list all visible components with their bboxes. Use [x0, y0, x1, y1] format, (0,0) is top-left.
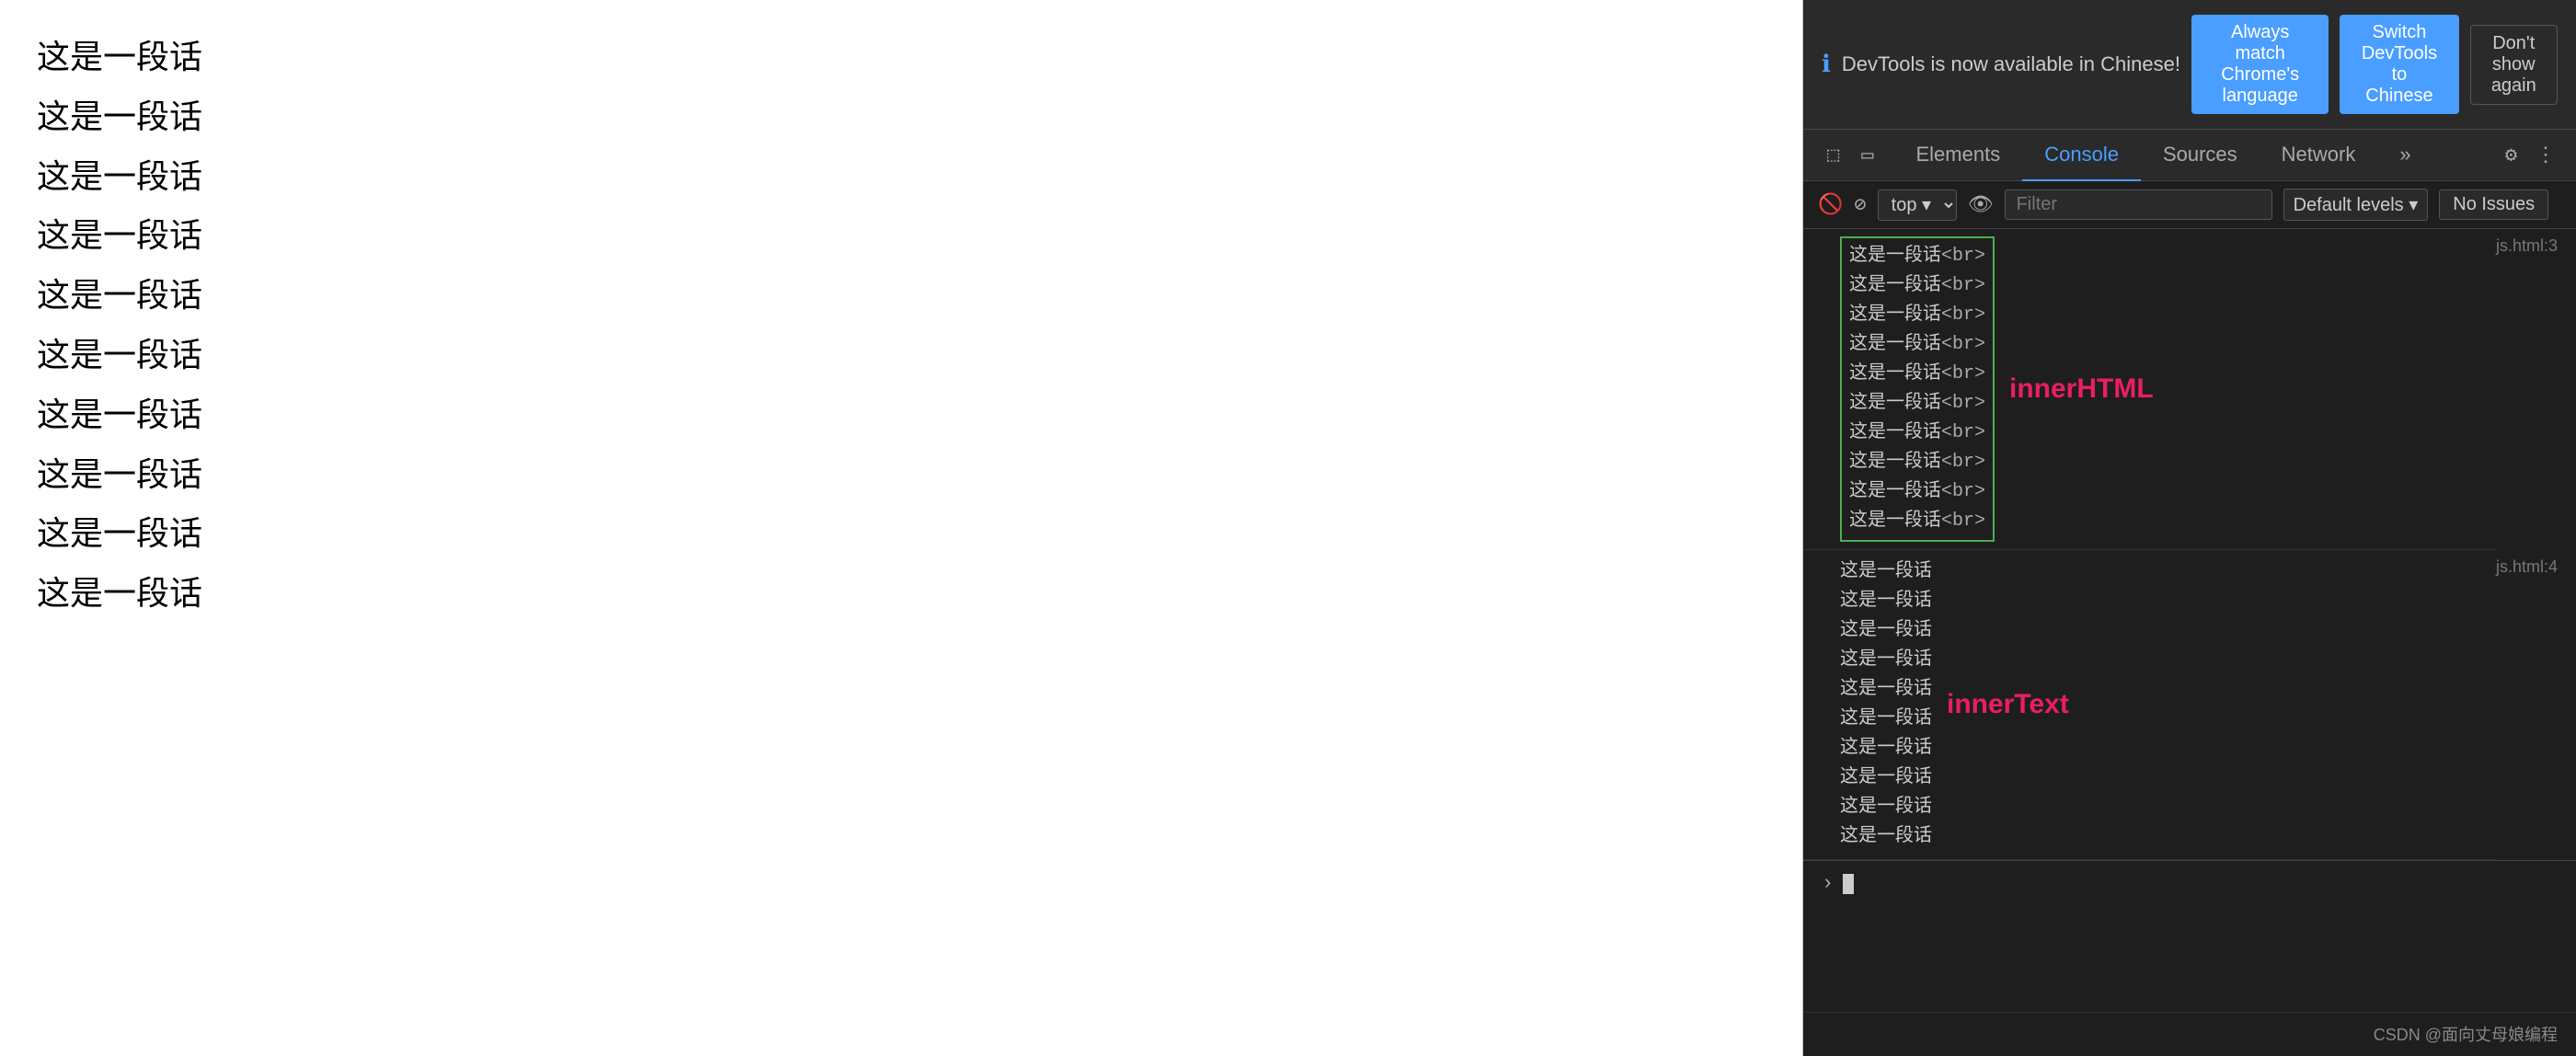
page-text-line: 这是一段话: [37, 206, 1765, 266]
default-levels-button[interactable]: Default levels ▾: [2283, 189, 2429, 221]
innerhtml-label: innerHTML: [2009, 373, 2154, 405]
devtools-panel: ℹ DevTools is now available in Chinese! …: [1803, 0, 2576, 1056]
text-line: 这是一段话: [1840, 793, 1932, 822]
html-line: 这是一段话<br>: [1849, 271, 1985, 301]
no-issues-button[interactable]: No Issues: [2439, 189, 2548, 220]
text-line: 这是一段话: [1840, 616, 1932, 646]
notification-text: DevTools is now available in Chinese!: [1842, 52, 2180, 76]
console-filter-bar: 🚫 ⊘ top ▾ 👁 Default levels ▾ No Issues: [1803, 181, 2576, 229]
html-line: 这是一段话<br>: [1849, 389, 1985, 419]
innertext-source: js.html:4: [2496, 550, 2576, 860]
page-text-line: 这是一段话: [37, 147, 1765, 207]
devtools-tab-[interactable]: »: [2377, 130, 2432, 181]
block-icon[interactable]: ⊘: [1854, 193, 1866, 217]
innerhtml-source: js.html:3: [2496, 229, 2576, 550]
html-line: 这是一段话<br>: [1849, 448, 1985, 477]
browser-content: 这是一段话这是一段话这是一段话这是一段话这是一段话这是一段话这是一段话这是一段话…: [0, 0, 1803, 1056]
text-lines-container: 这是一段话这是一段话这是一段话这是一段话这是一段话这是一段话这是一段话这是一段话…: [1840, 557, 2496, 852]
page-text-line: 这是一段话: [37, 445, 1765, 505]
notification-bar: ℹ DevTools is now available in Chinese! …: [1803, 0, 2576, 130]
text-lines-block: 这是一段话这是一段话这是一段话这是一段话这是一段话这是一段话这是一段话这是一段话…: [1840, 557, 1932, 852]
page-text-line: 这是一段话: [37, 87, 1765, 147]
devtools-tab-sources[interactable]: Sources: [2141, 130, 2260, 181]
eye-icon[interactable]: 👁: [1968, 193, 1994, 217]
devtools-tab-network[interactable]: Network: [2260, 130, 2378, 181]
switch-chinese-button[interactable]: Switch DevTools to Chinese: [2340, 15, 2458, 114]
top-context-selector[interactable]: top ▾: [1878, 189, 1957, 221]
page-text-line: 这是一段话: [37, 28, 1765, 87]
device-toggle-icon[interactable]: ▭: [1852, 138, 1882, 173]
dont-show-button[interactable]: Don't show again: [2470, 25, 2558, 105]
console-cursor: [1843, 874, 1854, 894]
html-line: 这是一段话<br>: [1849, 330, 1985, 360]
html-line: 这是一段话<br>: [1849, 477, 1985, 507]
devtools-footer: CSDN @面向丈母娘编程: [1803, 1012, 2576, 1056]
page-lines: 这是一段话这是一段话这是一段话这是一段话这是一段话这是一段话这是一段话这是一段话…: [37, 28, 1765, 624]
console-filter-input[interactable]: [2005, 189, 2272, 220]
innertext-output: 这是一段话这是一段话这是一段话这是一段话这是一段话这是一段话这是一段话这是一段话…: [1803, 550, 2496, 860]
text-line: 这是一段话: [1840, 646, 1932, 675]
innerhtml-section: 这是一段话<br>这是一段话<br>这是一段话<br>这是一段话<br>这是一段…: [1803, 229, 2576, 550]
text-line: 这是一段话: [1840, 587, 1932, 616]
page-text-line: 这是一段话: [37, 266, 1765, 326]
page-text-line: 这是一段话: [37, 504, 1765, 564]
html-line: 这是一段话<br>: [1849, 419, 1985, 448]
innerhtml-content: 这是一段话<br>这是一段话<br>这是一段话<br>这是一段话<br>这是一段…: [1803, 229, 2496, 550]
html-lines-box: 这是一段话<br>这是一段话<br>这是一段话<br>这是一段话<br>这是一段…: [1840, 236, 1995, 542]
settings-icon[interactable]: ⚙: [2496, 138, 2526, 173]
text-line: 这是一段话: [1840, 822, 1932, 852]
clear-console-icon[interactable]: 🚫: [1818, 193, 1843, 217]
console-output: 这是一段话<br>这是一段话<br>这是一段话<br>这是一段话<br>这是一段…: [1803, 229, 2576, 1012]
innertext-label: innerText: [1947, 689, 2069, 720]
html-line: 这是一段话<br>: [1849, 360, 1985, 389]
innerhtml-output: 这是一段话<br>这是一段话<br>这是一段话<br>这是一段话<br>这是一段…: [1803, 229, 2496, 550]
html-line: 这是一段话<br>: [1849, 507, 1985, 536]
devtools-tabs: ElementsConsoleSourcesNetwork»: [1894, 130, 2433, 181]
more-options-icon[interactable]: ⋮: [2530, 138, 2561, 173]
console-input-row[interactable]: ›: [1803, 860, 2576, 906]
inspect-element-icon[interactable]: ⬚: [1818, 138, 1848, 173]
page-text-line: 这是一段话: [37, 564, 1765, 624]
innertext-section: 这是一段话这是一段话这是一段话这是一段话这是一段话这是一段话这是一段话这是一段话…: [1803, 550, 2576, 860]
innertext-content: 这是一段话这是一段话这是一段话这是一段话这是一段话这是一段话这是一段话这是一段话…: [1803, 550, 2496, 860]
text-line: 这是一段话: [1840, 675, 1932, 705]
devtools-tab-console[interactable]: Console: [2022, 130, 2141, 181]
console-prompt-icon: ›: [1822, 872, 1834, 895]
page-text-line: 这是一段话: [37, 326, 1765, 385]
text-line: 这是一段话: [1840, 557, 1932, 587]
text-line: 这是一段话: [1840, 734, 1932, 763]
text-line: 这是一段话: [1840, 763, 1932, 793]
devtools-tab-elements[interactable]: Elements: [1894, 130, 2023, 181]
page-text-line: 这是一段话: [37, 385, 1765, 445]
html-line: 这是一段话<br>: [1849, 242, 1985, 271]
footer-text: CSDN @面向丈母娘编程: [2374, 1026, 2558, 1044]
html-line: 这是一段话<br>: [1849, 301, 1985, 330]
info-icon: ℹ: [1822, 51, 1831, 79]
match-language-button[interactable]: Always match Chrome's language: [2191, 15, 2329, 114]
text-line: 这是一段话: [1840, 705, 1932, 734]
devtools-toolbar: ⬚ ▭ ElementsConsoleSourcesNetwork» ⚙ ⋮: [1803, 130, 2576, 181]
html-lines-container: 这是一段话<br>这是一段话<br>这是一段话<br>这是一段话<br>这是一段…: [1840, 236, 2496, 542]
